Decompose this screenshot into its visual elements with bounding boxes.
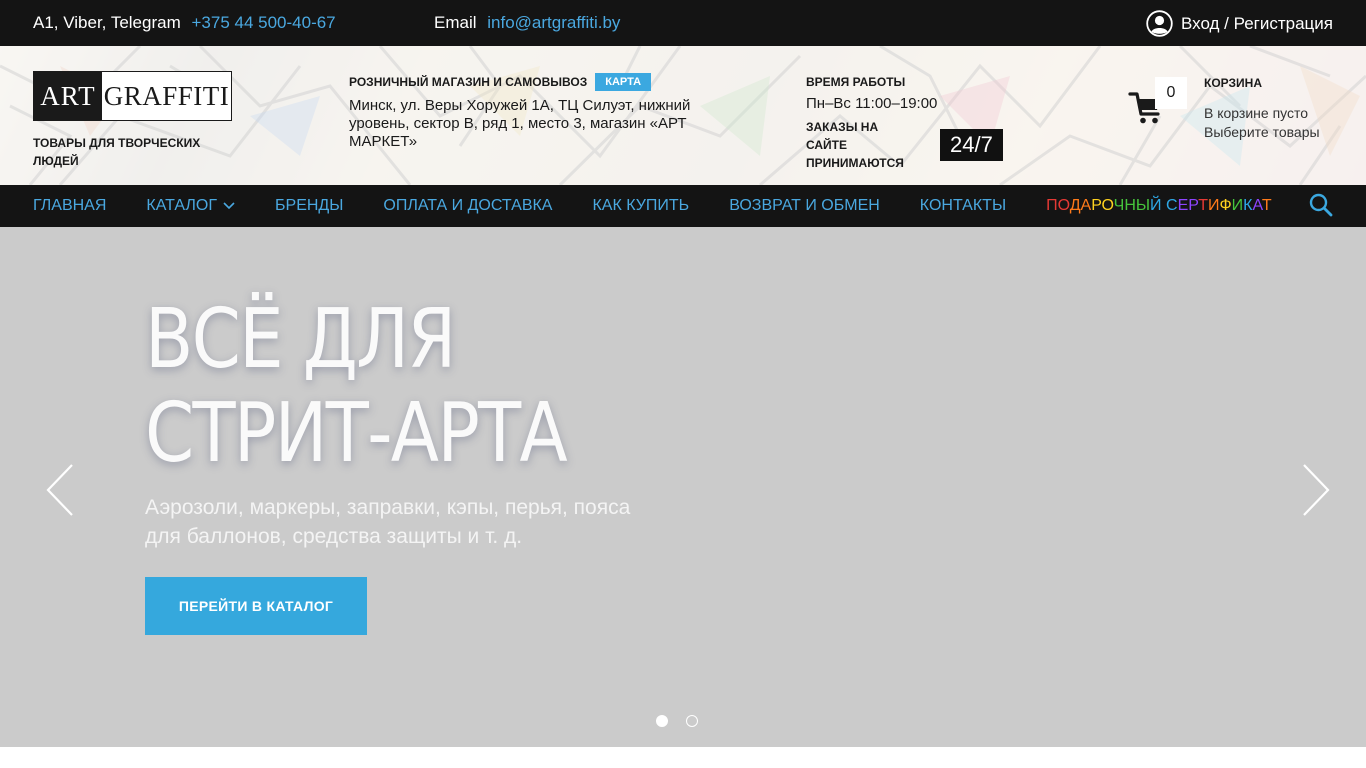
nav-item-returns[interactable]: ВОЗВРАТ И ОБМЕН	[729, 197, 880, 215]
go-to-catalog-button[interactable]: ПЕРЕЙТИ В КАТАЛОГ	[145, 577, 367, 635]
store-address: Минск, ул. Веры Хоружей 1А, ТЦ Силуэт, н…	[349, 97, 691, 150]
map-button[interactable]: КАРТА	[595, 73, 652, 91]
cart-title[interactable]: КОРЗИНА	[1204, 76, 1262, 90]
hero-slider: ВСЁ ДЛЯ СТРИТ-АРТА Аэрозоли, маркеры, за…	[0, 227, 1366, 747]
hours-value: Пн–Вс 11:00–19:00	[806, 95, 938, 112]
hero-title-line2: СТРИТ-АРТА	[145, 386, 568, 481]
nav-item-contacts[interactable]: КОНТАКТЫ	[920, 197, 1006, 215]
orders-badge: 24/7	[940, 129, 1003, 161]
store-title: РОЗНИЧНЫЙ МАГАЗИН И САМОВЫВОЗ	[349, 75, 588, 89]
site-header: ART GRAFFITI ТОВАРЫ ДЛЯ ТВОРЧЕСКИХ ЛЮДЕЙ…	[0, 46, 1366, 185]
login-register-label: Вход / Регистрация	[1180, 13, 1333, 33]
nav-item-home[interactable]: ГЛАВНАЯ	[33, 197, 106, 215]
nav-item-how-to-buy[interactable]: КАК КУПИТЬ	[592, 197, 689, 215]
user-icon	[1146, 10, 1173, 37]
working-hours: ВРЕМЯ РАБОТЫ Пн–Вс 11:00–19:00 ЗАКАЗЫ НА…	[806, 75, 1026, 172]
phone-label: A1, Viber, Telegram	[33, 13, 181, 32]
email-contact: Email info@artgraffiti.by	[434, 13, 620, 33]
chevron-down-icon	[223, 197, 235, 215]
site-logo[interactable]: ART GRAFFITI	[33, 71, 232, 121]
hero-title: ВСЁ ДЛЯ СТРИТ-АРТА	[145, 292, 568, 481]
logo-art: ART	[34, 72, 102, 120]
orders-label: ЗАКАЗЫ НА САЙТЕ ПРИНИМАЮТСЯ	[806, 120, 904, 170]
main-nav: ГЛАВНАЯ КАТАЛОГ БРЕНДЫ ОПЛАТА И ДОСТАВКА…	[0, 185, 1366, 227]
login-register-link[interactable]: Вход / Регистрация	[1146, 10, 1333, 37]
hero-title-line1: ВСЁ ДЛЯ	[145, 292, 456, 387]
cart-status: В корзине пусто	[1204, 105, 1309, 121]
hours-title: ВРЕМЯ РАБОТЫ	[806, 75, 906, 89]
email-link[interactable]: info@artgraffiti.by	[487, 13, 620, 32]
slider-dot-2[interactable]	[686, 715, 698, 727]
search-icon[interactable]	[1309, 193, 1333, 222]
store-info: РОЗНИЧНЫЙ МАГАЗИН И САМОВЫВОЗ КАРТА Минс…	[349, 73, 709, 151]
arrow-right-icon[interactable]	[1300, 463, 1332, 522]
logo-graffiti: GRAFFITI	[102, 72, 231, 120]
arrow-left-icon[interactable]	[44, 463, 76, 522]
phone-link[interactable]: +375 44 500-40-67	[191, 13, 335, 32]
nav-item-payment-delivery[interactable]: ОПЛАТА И ДОСТАВКА	[383, 197, 552, 215]
top-bar: A1, Viber, Telegram +375 44 500-40-67 Em…	[0, 0, 1366, 46]
tagline: ТОВАРЫ ДЛЯ ТВОРЧЕСКИХ ЛЮДЕЙ	[33, 136, 201, 168]
cart-count: 0	[1155, 77, 1187, 109]
slider-dot-1[interactable]	[656, 715, 668, 727]
nav-item-brands[interactable]: БРЕНДЫ	[275, 197, 343, 215]
gift-certificate-label: ПОДАРОЧНЫЙ СЕРТИФИКАТ	[1046, 197, 1272, 214]
cart-hint: Выберите товары	[1204, 124, 1320, 140]
nav-item-catalog[interactable]: КАТАЛОГ	[146, 197, 235, 215]
nav-item-gift-certificate[interactable]: ПОДАРОЧНЫЙ СЕРТИФИКАТ	[1046, 197, 1272, 215]
email-label: Email	[434, 13, 477, 32]
hero-subtitle: Аэрозоли, маркеры, заправки, кэпы, перья…	[145, 496, 631, 548]
slider-pagination	[656, 715, 698, 727]
phone-contact: A1, Viber, Telegram +375 44 500-40-67	[33, 13, 336, 33]
cart-widget[interactable]: 0 КОРЗИНА В корзине пусто Выберите товар…	[1128, 76, 1348, 140]
